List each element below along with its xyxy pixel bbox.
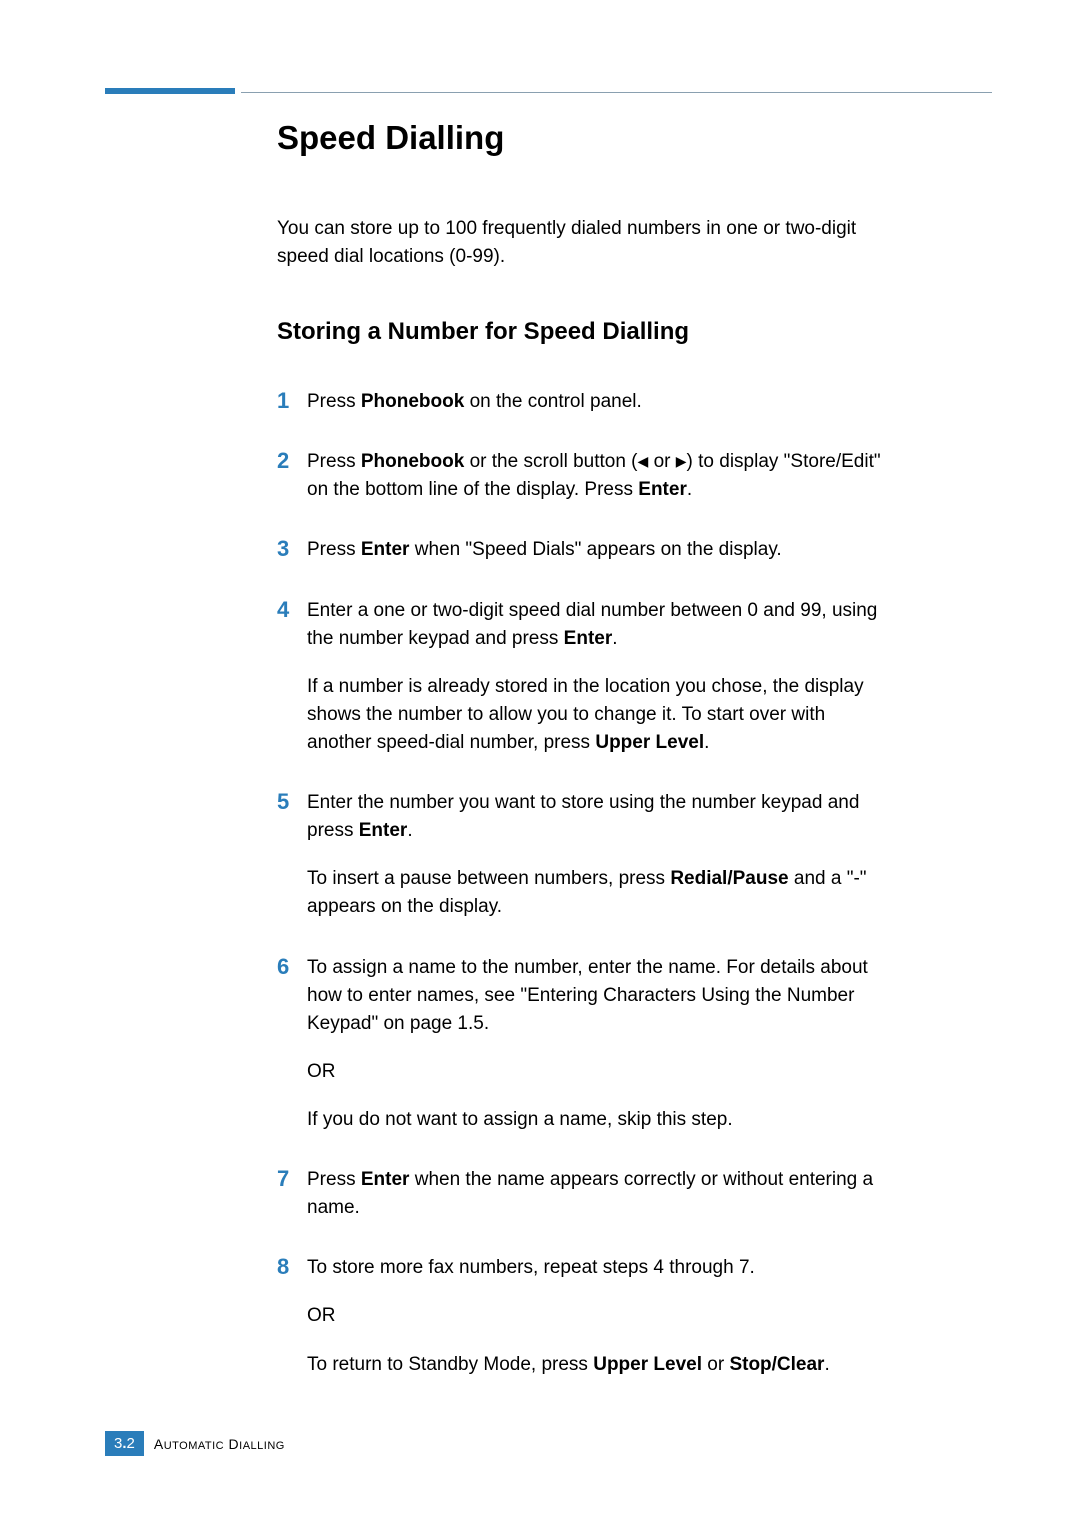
intro-paragraph: You can store up to 100 frequently diale… [277,215,891,270]
text: or [702,1354,729,1375]
text: . [704,732,709,753]
text: . [824,1354,829,1375]
step-body: Enter the number you want to store using… [307,789,891,921]
text: IALLING [239,1440,285,1452]
step-number: 6 [277,954,307,980]
keyword-enter: Enter [361,1169,410,1190]
step-number: 5 [277,789,307,815]
step-6: 6 To assign a name to the number, enter … [277,954,891,1135]
step-number: 8 [277,1254,307,1280]
step-number: 2 [277,448,307,474]
step-body: Press Enter when the name appears correc… [307,1166,891,1222]
page-title: Speed Dialling [277,119,891,157]
text: If you do not want to assign a name, ski… [307,1106,891,1134]
page-footer: 3.2 AUTOMATIC DIALLING [105,1431,285,1456]
text: To store more fax numbers, repeat steps … [307,1254,891,1282]
text: If a number is already stored in the loc… [307,676,864,753]
keyword-redial-pause: Redial/Pause [670,868,788,889]
step-5: 5 Enter the number you want to store usi… [277,789,891,921]
content-area: Speed Dialling You can store up to 100 f… [277,119,891,1379]
text: UTOMATIC [164,1440,224,1452]
section-heading: Storing a Number for Speed Dialling [277,318,891,346]
or-text: OR [307,1302,891,1330]
keyword-upper-level: Upper Level [595,732,704,753]
footer-label: AUTOMATIC DIALLING [154,1436,285,1452]
text: . [612,628,617,649]
text: A [154,1436,164,1452]
keyword-enter: Enter [564,628,613,649]
text: To assign a name to the number, enter th… [307,954,891,1038]
text: Press [307,391,361,412]
text: or the scroll button ( [464,451,637,472]
text: . [687,479,692,500]
page-number-box: 3.2 [105,1431,144,1456]
step-body: To assign a name to the number, enter th… [307,954,891,1135]
keyword-upper-level: Upper Level [593,1354,702,1375]
step-number: 7 [277,1166,307,1192]
right-arrow-icon: ▶ [676,451,687,472]
rule-thin [241,92,992,93]
step-number: 4 [277,597,307,623]
left-arrow-icon: ◀ [638,451,649,472]
text: To insert a pause between numbers, press [307,868,670,889]
keyword-phonebook: Phonebook [361,451,464,472]
header-rule [105,88,992,94]
keyword-phonebook: Phonebook [361,391,464,412]
step-body: Press Phonebook on the control panel. [307,388,891,416]
step-number: 1 [277,388,307,414]
text: D [224,1436,239,1452]
step-2: 2 Press Phonebook or the scroll button (… [277,448,891,504]
step-8: 8 To store more fax numbers, repeat step… [277,1254,891,1378]
page-number: 2 [127,1435,135,1452]
text: or [648,451,675,472]
text: when "Speed Dials" appears on the displa… [409,539,781,560]
keyword-enter: Enter [361,539,410,560]
step-number: 3 [277,536,307,562]
step-1: 1 Press Phonebook on the control panel. [277,388,891,416]
step-body: Press Enter when "Speed Dials" appears o… [307,536,891,564]
text: Press [307,451,361,472]
step-7: 7 Press Enter when the name appears corr… [277,1166,891,1222]
keyword-enter: Enter [359,820,408,841]
step-4: 4 Enter a one or two-digit speed dial nu… [277,597,891,758]
step-body: Enter a one or two-digit speed dial numb… [307,597,891,758]
text: To return to Standby Mode, press [307,1354,593,1375]
keyword-stop-clear: Stop/Clear [729,1354,824,1375]
step-3: 3 Press Enter when "Speed Dials" appears… [277,536,891,564]
text: Press [307,539,361,560]
rule-thick [105,88,235,94]
text: . [407,820,412,841]
keyword-enter: Enter [638,479,687,500]
or-text: OR [307,1058,891,1086]
text: on the control panel. [464,391,641,412]
step-body: To store more fax numbers, repeat steps … [307,1254,891,1378]
step-body: Press Phonebook or the scroll button (◀ … [307,448,891,504]
text: Press [307,1169,361,1190]
